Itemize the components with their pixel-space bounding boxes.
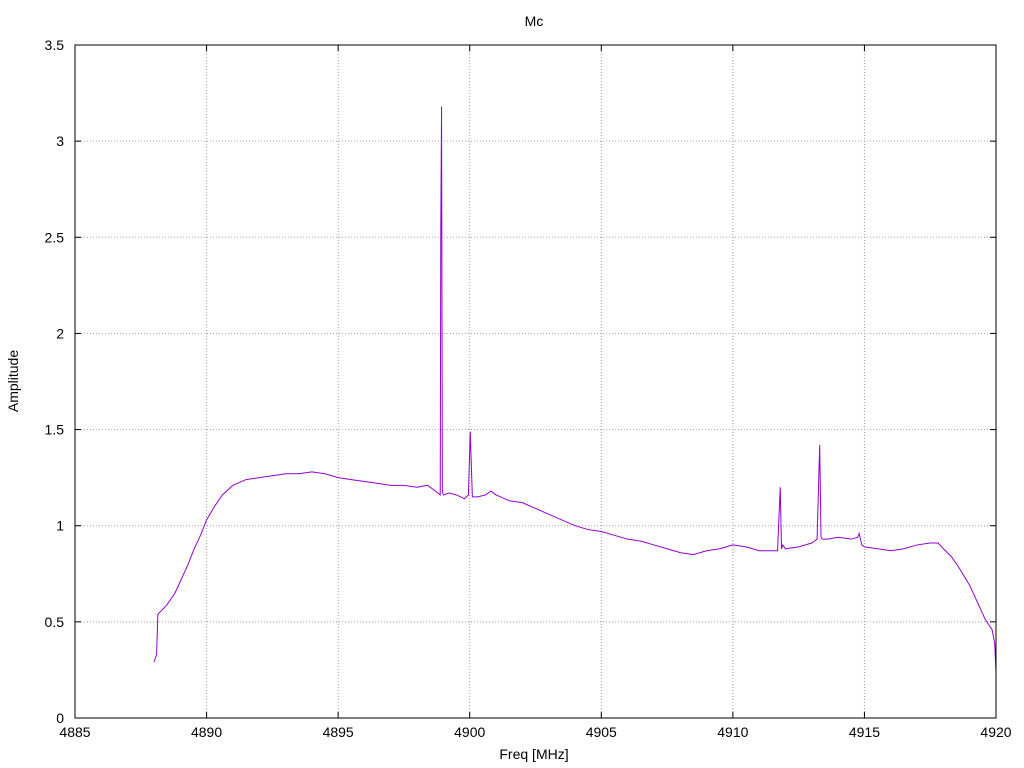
chart-canvas: 4885 4890 4895 4900 4905 4910 4915 4920 0 0.5 1 1.5…: [0, 0, 1024, 768]
y-tick-label: 2: [56, 325, 64, 341]
y-tick-label: 3: [56, 133, 64, 149]
x-axis-label: Freq [MHz]: [499, 746, 568, 762]
chart-title: Mc: [525, 13, 544, 29]
x-tick-label: 4895: [323, 724, 354, 740]
y-axis-label: Amplitude: [5, 350, 21, 412]
x-tick-label: 4915: [849, 724, 880, 740]
x-tick-label: 4890: [191, 724, 222, 740]
y-tick-label: 1: [56, 518, 64, 534]
x-tick-label: 4920: [980, 724, 1011, 740]
x-tick-label: 4910: [717, 724, 748, 740]
y-tick-label: 0: [56, 710, 64, 726]
y-tick-label: 1.5: [45, 422, 65, 438]
x-tick-label: 4900: [454, 724, 485, 740]
chart-background: [0, 0, 1024, 768]
y-tick-label: 2.5: [45, 229, 65, 245]
x-tick-label: 4885: [59, 724, 90, 740]
x-tick-label: 4905: [586, 724, 617, 740]
y-tick-label: 3.5: [45, 37, 65, 53]
y-tick-label: 0.5: [45, 614, 65, 630]
